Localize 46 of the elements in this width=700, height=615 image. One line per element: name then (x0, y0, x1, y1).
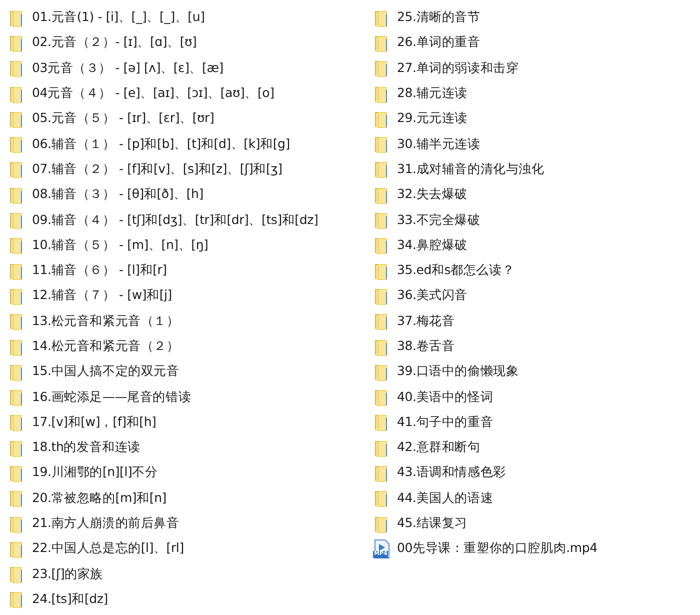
folder-name[interactable]: 30.辅半元连读 (397, 136, 480, 153)
folder-name[interactable]: 14.松元音和紧元音（２） (32, 338, 180, 355)
folder-name[interactable]: 18.th的发音和连读 (32, 439, 141, 456)
folder-name[interactable]: 32.失去爆破 (397, 186, 468, 204)
folder-name[interactable]: 17.[v]和[w]，[f]和[h] (32, 414, 156, 431)
folder-name[interactable]: 35.ed和s都怎么读？ (397, 262, 515, 280)
folder-name[interactable]: 42.意群和断句 (397, 439, 480, 456)
folder-name[interactable]: 41.句子中的重音 (397, 414, 494, 431)
folder-name[interactable]: 06.辅音（１） - [p]和[b]、[t]和[d]、[k]和[g] (32, 136, 290, 153)
folder-name[interactable]: 33.不完全爆破 (397, 212, 480, 229)
folder-name[interactable]: 27.单词的弱读和击穿 (397, 60, 519, 77)
folder-name[interactable]: 23.[ʃ]的家族 (32, 566, 104, 583)
folder-name[interactable]: 29.元元连读 (397, 110, 468, 128)
folder-name[interactable]: 44.美国人的语速 (397, 490, 494, 507)
folder-name[interactable]: 04元音（４） - [e]、[aɪ]、[ɔɪ]、[aʊ]、[o] (32, 85, 274, 102)
folder-name[interactable]: 13.松元音和紧元音（１） (32, 312, 180, 330)
folder-name[interactable]: 08.辅音（３） - [θ]和[ð]、[h] (32, 186, 204, 204)
folder-name[interactable]: 11.辅音（６） - [l]和[r] (32, 262, 167, 280)
folder-name[interactable]: 45.结课复习 (397, 515, 468, 532)
folder-name[interactable]: 28.辅元连读 (397, 85, 468, 102)
folder-name[interactable]: 26.单词的重音 (397, 34, 480, 52)
folder-name[interactable]: 36.美式闪音 (397, 287, 468, 304)
folder-name[interactable]: 39.口语中的偷懒现象 (397, 363, 519, 380)
folder-name[interactable]: 07.辅音（２） - [f]和[v]、[s]和[z]、[ʃ]和[ʒ] (32, 160, 282, 178)
folder-name[interactable]: 40.美语中的怪词 (397, 388, 494, 406)
folder-name[interactable]: 38.卷舌音 (397, 338, 455, 355)
folder-name[interactable]: 15.中国人搞不定的双元音 (32, 363, 180, 380)
folder-name[interactable]: 10.辅音（５） - [m]、[n]、[ŋ] (32, 236, 208, 254)
folder-name[interactable]: 19.川湘鄂的[n][l]不分 (32, 464, 158, 482)
folder-name[interactable]: 37.梅花音 (397, 312, 455, 330)
folder-name[interactable]: 09.辅音（４） - [tʃ]和[dʒ]、[tr]和[dr]、[ts]和[dz] (32, 212, 318, 229)
folder-name[interactable]: 12.辅音（７） - [w]和[j] (32, 287, 172, 304)
folder-name[interactable]: 24.[ts]和[dz] (32, 590, 108, 608)
folder-name[interactable]: 03元音（３） - [ə] [ʌ]、[ɛ]、[æ] (32, 60, 224, 77)
folder-name[interactable]: 43.语调和情感色彩 (397, 464, 506, 482)
folder-name[interactable]: 21.南方人崩溃的前后鼻音 (32, 515, 180, 532)
folder-name[interactable]: 22.中国人总是忘的[l]、[rl] (32, 540, 184, 558)
folder-name[interactable]: 05.元音（５） - [ɪr]、[ɛr]、[ʊr] (32, 110, 214, 128)
folder-name[interactable]: 31.成对辅音的清化与浊化 (397, 160, 544, 178)
folder-name[interactable]: 34.鼻腔爆破 (397, 236, 468, 254)
folder-name[interactable]: 25.清晰的音节 (397, 9, 480, 26)
folder-name[interactable]: 16.画蛇添足——尾音的错读 (32, 388, 192, 406)
folder-name[interactable]: 01.元音(1) - [i]、[_]、[_]、[u] (32, 9, 205, 26)
folder-name[interactable]: 20.常被忽略的[m]和[n] (32, 490, 166, 507)
file-name[interactable]: 00先导课：重塑你的口腔肌肉.mp4 (397, 540, 598, 558)
folder-name[interactable]: 02.元音（２）- [ɪ]、[ɑ]、[ʊ] (32, 34, 197, 52)
